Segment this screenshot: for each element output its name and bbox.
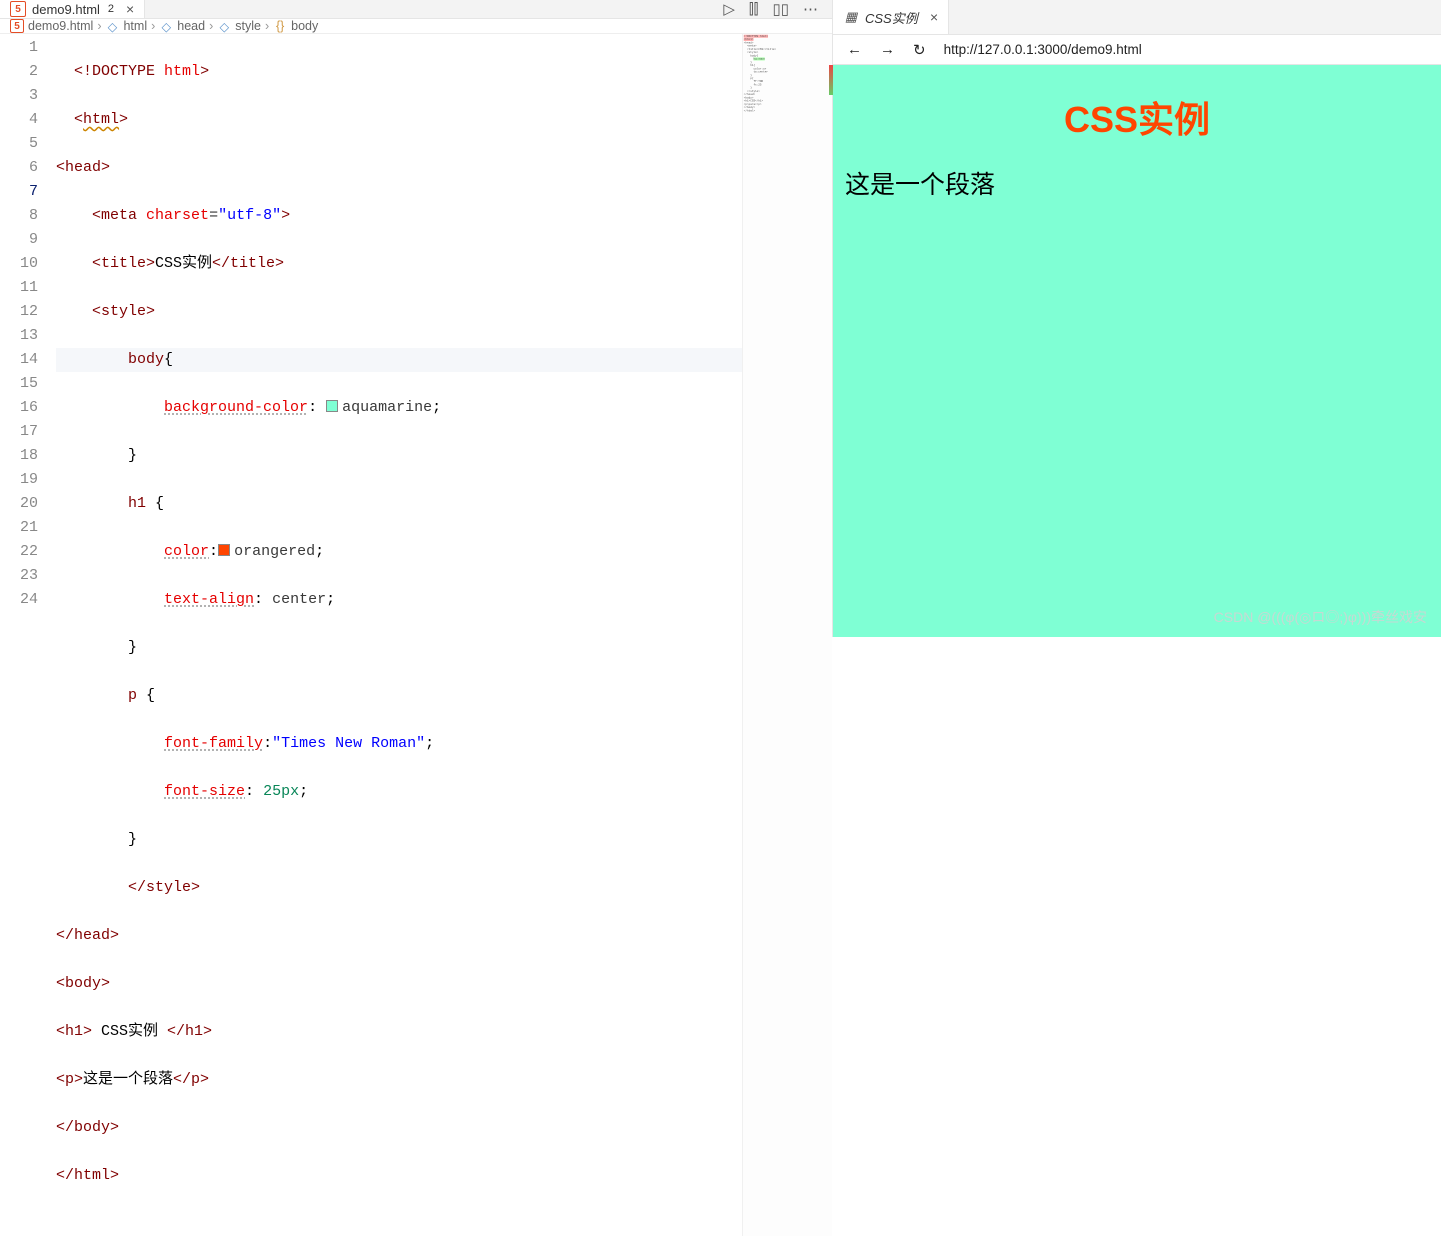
minimap-content: <!DOCTYPE html> <html> <head> <meta> <ti… <box>743 34 832 113</box>
cube-icon: ◇ <box>217 19 231 33</box>
preview-tab-title: CSS实例 <box>865 8 918 27</box>
forward-icon[interactable]: → <box>880 41 895 58</box>
tab-close-icon[interactable]: × <box>126 1 134 17</box>
preview-content: CSS实例 这是一个段落 CSDN @(((φ(◎ロ◎;)φ)))牵丝戏安 <box>833 65 1441 637</box>
split-editor-icon[interactable]: ▯▯ <box>772 0 789 18</box>
code-content[interactable]: <!DOCTYPE html> <html> <head> <meta char… <box>56 34 832 1236</box>
crumb-html[interactable]: ◇ html <box>105 19 147 33</box>
breadcrumb: 5 demo9.html › ◇ html › ◇ head › ◇ style… <box>0 19 832 34</box>
editor-area[interactable]: 123456789101112131415161718192021222324 … <box>0 34 832 1236</box>
editor-tab[interactable]: 5 demo9.html 2 × <box>0 0 145 18</box>
color-swatch-icon <box>326 400 338 412</box>
chevron-right-icon: › <box>151 19 155 33</box>
html5-icon: 5 <box>10 1 26 17</box>
minimap[interactable]: <!DOCTYPE html> <html> <head> <meta> <ti… <box>742 34 832 1236</box>
crumb-style[interactable]: ◇ style <box>217 19 261 33</box>
preview-icon: ▦ <box>843 9 859 25</box>
brace-icon: {} <box>273 19 287 33</box>
editor-pane: 5 demo9.html 2 × ▷ ⫿⫿ ▯▯ ⋯ 5 demo9.html … <box>0 0 833 637</box>
editor-tab-actions: ▷ ⫿⫿ ▯▯ ⋯ <box>723 0 832 18</box>
color-swatch-icon <box>218 544 230 556</box>
cube-icon: ◇ <box>159 19 173 33</box>
crumb-head[interactable]: ◇ head <box>159 19 205 33</box>
preview-paragraph: 这是一个段落 <box>841 165 1433 201</box>
preview-pane: ▦ CSS实例 × ← → ↻ http://127.0.0.1:3000/de… <box>833 0 1441 637</box>
crumb-file[interactable]: 5 demo9.html <box>10 19 93 33</box>
tab-filename: demo9.html <box>32 2 100 17</box>
chevron-right-icon: › <box>209 19 213 33</box>
cube-icon: ◇ <box>105 19 119 33</box>
preview-heading: CSS实例 <box>841 91 1433 143</box>
more-actions-icon[interactable]: ⋯ <box>803 0 818 18</box>
change-marker <box>829 65 833 95</box>
watermark: CSDN @(((φ(◎ロ◎;)φ)))牵丝戏安 <box>1214 607 1427 627</box>
run-icon[interactable]: ▷ <box>723 0 735 18</box>
line-number-gutter: 123456789101112131415161718192021222324 <box>0 34 56 1236</box>
browser-nav-bar: ← → ↻ http://127.0.0.1:3000/demo9.html <box>833 35 1441 65</box>
url-text[interactable]: http://127.0.0.1:3000/demo9.html <box>944 42 1142 57</box>
chevron-right-icon: › <box>265 19 269 33</box>
tab-close-icon[interactable]: × <box>930 9 938 25</box>
crumb-body[interactable]: {} body <box>273 19 318 33</box>
preview-tab[interactable]: ▦ CSS实例 × <box>833 0 949 34</box>
reload-icon[interactable]: ↻ <box>913 41 926 59</box>
editor-tab-bar: 5 demo9.html 2 × ▷ ⫿⫿ ▯▯ ⋯ <box>0 0 832 19</box>
tab-dirty-badge: 2 <box>108 3 114 15</box>
chevron-right-icon: › <box>97 19 101 33</box>
preview-tab-bar: ▦ CSS实例 × <box>833 0 1441 35</box>
split-preview-icon[interactable]: ⫿⫿ <box>749 1 759 18</box>
back-icon[interactable]: ← <box>847 41 862 58</box>
html5-icon: 5 <box>10 19 24 33</box>
